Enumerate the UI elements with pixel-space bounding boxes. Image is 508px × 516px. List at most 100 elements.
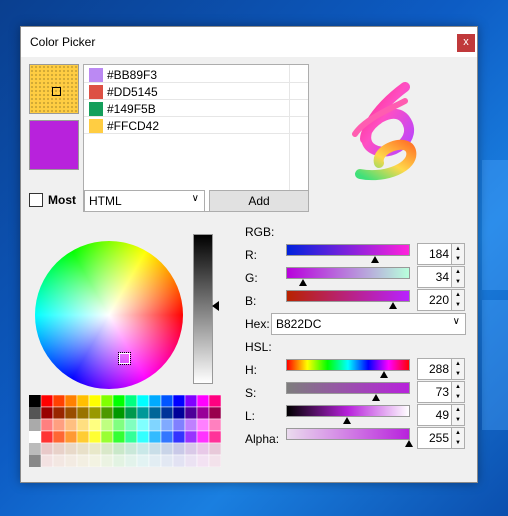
palette-color-cell[interactable] <box>124 406 138 420</box>
palette-color-cell[interactable] <box>64 430 78 444</box>
palette-gray-cell[interactable] <box>29 419 41 431</box>
palette-color-cell[interactable] <box>136 406 150 420</box>
palette-color-cell[interactable] <box>196 454 210 467</box>
palette-color-cell[interactable] <box>88 418 102 432</box>
palette-color-cell[interactable] <box>112 442 126 456</box>
palette-color-cell[interactable] <box>208 430 221 444</box>
palette-color-cell[interactable] <box>136 418 150 432</box>
palette-color-cell[interactable] <box>40 406 54 420</box>
s-slider-thumb[interactable] <box>372 394 380 401</box>
palette-color-cell[interactable] <box>136 430 150 444</box>
b-value-field[interactable]: 220 <box>417 289 453 311</box>
palette-color-cell[interactable] <box>112 406 126 420</box>
palette-color-cell[interactable] <box>100 406 114 420</box>
close-button[interactable]: x <box>457 34 475 52</box>
h-slider-thumb[interactable] <box>380 371 388 378</box>
color-wheel[interactable] <box>35 241 183 389</box>
palette-color-cell[interactable] <box>160 454 174 467</box>
primary-color-swatch[interactable] <box>29 64 79 114</box>
palette-color-cell[interactable] <box>64 442 78 456</box>
palette-color-cell[interactable] <box>40 430 54 444</box>
palette-color-cell[interactable] <box>100 442 114 456</box>
palette-color-cell[interactable] <box>52 454 66 467</box>
alpha-spinner[interactable]: ▲ ▼ <box>451 427 465 449</box>
palette-color-cell[interactable] <box>172 418 186 432</box>
palette-color-cell[interactable] <box>76 418 90 432</box>
palette-color-cell[interactable] <box>124 442 138 456</box>
l-slider[interactable] <box>286 405 410 417</box>
palette-color-cell[interactable] <box>196 418 210 432</box>
list-item[interactable]: #149F5B <box>89 101 304 117</box>
s-value-field[interactable]: 73 <box>417 381 453 403</box>
palette-color-cell[interactable] <box>64 454 78 467</box>
hex-input[interactable]: B822DC ∨ <box>271 313 466 335</box>
most-checkbox[interactable] <box>29 193 43 207</box>
palette-color-cell[interactable] <box>52 395 66 408</box>
palette-color-cell[interactable] <box>184 406 198 420</box>
list-item[interactable]: #DD5145 <box>89 84 304 100</box>
palette-color-cell[interactable] <box>208 406 221 420</box>
palette-color-cell[interactable] <box>148 430 162 444</box>
palette-color-cell[interactable] <box>160 418 174 432</box>
palette-color-cell[interactable] <box>52 406 66 420</box>
h-spinner[interactable]: ▲ ▼ <box>451 358 465 380</box>
alpha-slider[interactable] <box>286 428 410 440</box>
alpha-slider-thumb[interactable] <box>405 440 413 447</box>
palette-color-cell[interactable] <box>136 395 150 408</box>
palette-color-cell[interactable] <box>112 430 126 444</box>
palette-gray-cell[interactable] <box>29 443 41 455</box>
palette-color-cell[interactable] <box>160 395 174 408</box>
palette-color-cell[interactable] <box>112 395 126 408</box>
list-item[interactable]: #BB89F3 <box>89 67 304 83</box>
s-slider[interactable] <box>286 382 410 394</box>
palette-color-cell[interactable] <box>208 395 221 408</box>
palette-color-cell[interactable] <box>208 454 221 467</box>
g-slider[interactable] <box>286 267 410 279</box>
g-spinner[interactable]: ▲ ▼ <box>451 266 465 288</box>
r-slider-thumb[interactable] <box>371 256 379 263</box>
title-bar[interactable]: Color Picker x <box>21 27 477 57</box>
palette-color-cell[interactable] <box>196 442 210 456</box>
format-dropdown[interactable]: HTML ∨ <box>84 190 205 212</box>
palette-color-cell[interactable] <box>172 454 186 467</box>
palette-color-cell[interactable] <box>160 406 174 420</box>
palette-gray-cell[interactable] <box>29 395 41 407</box>
palette-color-cell[interactable] <box>88 442 102 456</box>
palette-color-cell[interactable] <box>64 418 78 432</box>
palette-color-cell[interactable] <box>124 454 138 467</box>
alpha-value-field[interactable]: 255 <box>417 427 453 449</box>
palette-color-cell[interactable] <box>184 454 198 467</box>
r-value-field[interactable]: 184 <box>417 243 453 265</box>
l-slider-thumb[interactable] <box>343 417 351 424</box>
palette-gray-cell[interactable] <box>29 431 41 443</box>
g-value-field[interactable]: 34 <box>417 266 453 288</box>
s-spinner[interactable]: ▲ ▼ <box>451 381 465 403</box>
palette-color-cell[interactable] <box>88 430 102 444</box>
palette-color-cell[interactable] <box>64 395 78 408</box>
palette-color-cell[interactable] <box>52 418 66 432</box>
palette-color-cell[interactable] <box>76 406 90 420</box>
palette-gray-cell[interactable] <box>29 407 41 419</box>
palette-color-cell[interactable] <box>100 430 114 444</box>
color-palette[interactable] <box>29 395 221 467</box>
luminance-bar[interactable] <box>193 234 213 384</box>
palette-color-cell[interactable] <box>136 442 150 456</box>
palette-color-cell[interactable] <box>76 395 90 408</box>
palette-color-cell[interactable] <box>148 442 162 456</box>
b-slider-thumb[interactable] <box>389 302 397 309</box>
palette-color-cell[interactable] <box>172 430 186 444</box>
list-item[interactable]: #FFCD42 <box>89 118 304 134</box>
palette-color-cell[interactable] <box>124 430 138 444</box>
add-button[interactable]: Add <box>209 190 309 212</box>
palette-color-cell[interactable] <box>184 418 198 432</box>
palette-color-cell[interactable] <box>76 430 90 444</box>
palette-color-cell[interactable] <box>172 442 186 456</box>
current-color-swatch[interactable] <box>29 120 79 170</box>
r-spinner[interactable]: ▲ ▼ <box>451 243 465 265</box>
palette-color-cell[interactable] <box>208 442 221 456</box>
b-slider[interactable] <box>286 290 410 302</box>
palette-color-cell[interactable] <box>112 454 126 467</box>
palette-color-cell[interactable] <box>100 454 114 467</box>
palette-color-cell[interactable] <box>148 395 162 408</box>
palette-color-cell[interactable] <box>196 430 210 444</box>
